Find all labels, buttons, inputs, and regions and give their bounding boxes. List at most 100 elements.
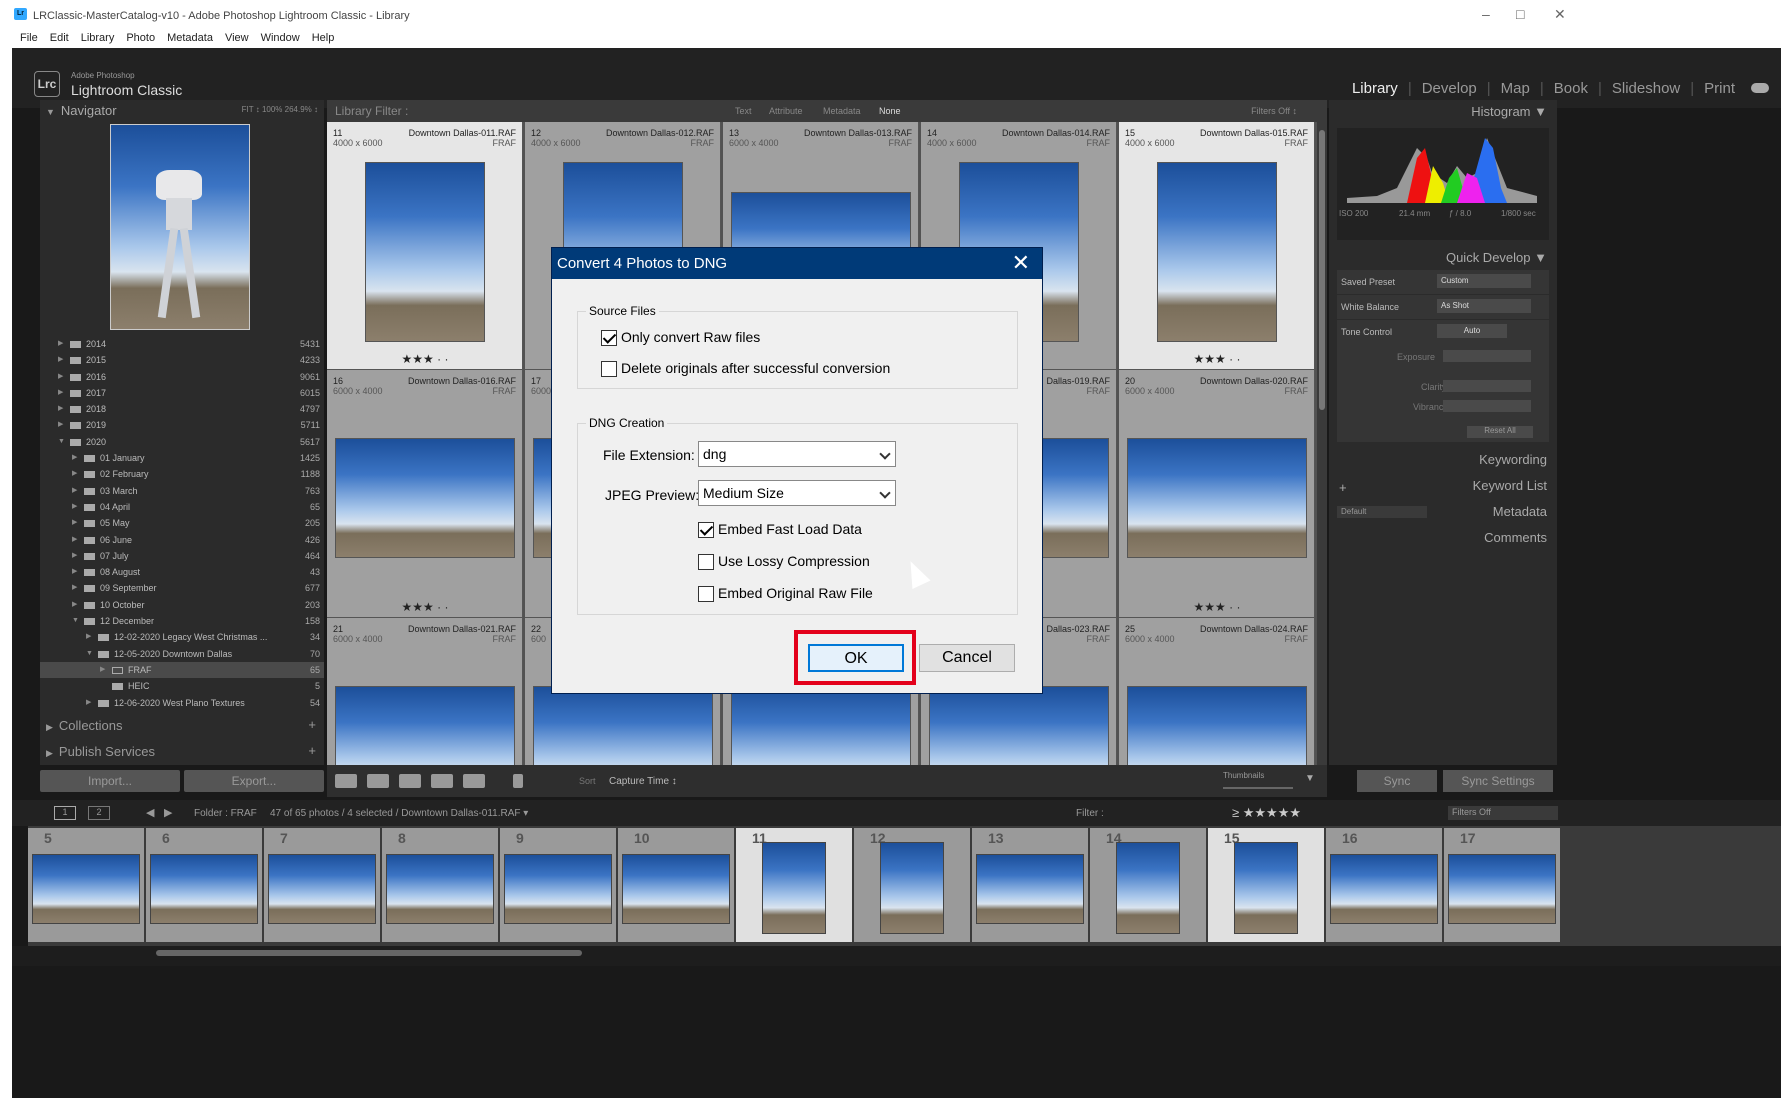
sync-settings-button[interactable]: Sync Settings [1443,770,1553,792]
filter-tab-none[interactable]: None [879,106,901,116]
folder-disclosure-icon[interactable]: ▶ [58,369,63,385]
filmstrip-frame[interactable]: 11 [736,828,852,942]
filmstrip-frame[interactable]: 17 [1444,828,1560,942]
photo-thumbnail[interactable] [335,438,515,558]
folder-row[interactable]: ▶ 02 February 1188 [40,466,324,482]
photo-thumbnail[interactable] [1157,162,1277,342]
grid-cell[interactable]: 15 4000 x 6000 Downtown Dallas-015.RAF FRAF… [1119,122,1315,370]
forward-arrow-icon[interactable]: ▶ [164,806,172,819]
filmstrip-thumbnail[interactable] [880,842,944,934]
grid-cell[interactable]: 21 6000 x 4000 Downtown Dallas-021.RAF FRAF [327,618,523,765]
compare-view-icon[interactable] [399,774,421,788]
folder-disclosure-icon[interactable]: ▶ [58,385,63,401]
folder-disclosure-icon[interactable]: ▶ [72,515,77,531]
keywording-header[interactable]: Keywording [1479,452,1547,467]
saved-preset-dropdown[interactable]: Custom [1437,274,1531,288]
grid-cell[interactable]: 20 6000 x 4000 Downtown Dallas-020.RAF FRAF… [1119,370,1315,618]
clarity-buttons[interactable] [1443,380,1531,392]
folder-disclosure-icon[interactable]: ▶ [100,662,105,678]
collections-panel-header[interactable]: ▶ Collections + [40,715,324,737]
close-window-button[interactable]: ✕ [1554,6,1566,23]
page-2-button[interactable]: 2 [88,806,110,820]
folder-row[interactable]: ▶ 01 January 1425 [40,450,324,466]
navigator-zoom[interactable]: FIT ↕ 100% 264.9% ↕ [242,105,318,114]
folder-row[interactable]: ▶ 07 July 464 [40,548,324,564]
folder-row[interactable]: ▶ 12-02-2020 Legacy West Christmas ... 34 [40,629,324,645]
filmstrip-frame[interactable]: 5 [28,828,144,942]
metadata-preset-dropdown[interactable]: Default [1337,506,1427,518]
photo-thumbnail[interactable] [1127,438,1307,558]
folder-disclosure-icon[interactable]: ▶ [72,580,77,596]
filter-tab-metadata[interactable]: Metadata [823,106,861,116]
star-rating[interactable]: ★★★ · · [1119,600,1315,614]
folder-disclosure-icon[interactable]: ▶ [72,548,77,564]
menu-help[interactable]: Help [306,26,341,44]
folder-row[interactable]: ▶ 03 March 763 [40,483,324,499]
folder-row[interactable]: ▶ 2017 6015 [40,385,324,401]
filmstrip-filters-dropdown[interactable]: Filters Off [1448,806,1558,820]
exposure-buttons[interactable] [1443,350,1531,362]
vibrance-buttons[interactable] [1443,400,1531,412]
photo-thumbnail[interactable] [929,686,1109,765]
grid-cell[interactable]: 25 6000 x 4000 Downtown Dallas-024.RAF FRAF [1119,618,1315,765]
grid-scroll-thumb[interactable] [1319,130,1325,410]
folder-row[interactable]: ▶ 05 May 205 [40,515,324,531]
grid-scrollbar[interactable] [1317,100,1327,765]
folder-row[interactable]: ▶ 04 April 65 [40,499,324,515]
menu-library[interactable]: Library [75,26,121,44]
auto-tone-button[interactable]: Auto [1437,324,1507,338]
star-rating[interactable]: ★★★ · · [327,600,523,614]
painter-icon[interactable] [513,774,523,788]
filter-tab-attribute[interactable]: Attribute [769,106,803,116]
filmstrip-frame[interactable]: 14 [1090,828,1206,942]
add-publish-icon[interactable]: + [308,743,316,758]
menu-file[interactable]: File [0,26,44,44]
folder-row[interactable]: ▶ 10 October 203 [40,597,324,613]
people-view-icon[interactable] [463,774,485,788]
grid-cell[interactable]: 16 6000 x 4000 Downtown Dallas-016.RAF FRAF… [327,370,523,618]
folder-disclosure-icon[interactable]: ▼ [86,646,93,662]
folder-disclosure-icon[interactable]: ▶ [72,532,77,548]
sort-dropdown[interactable]: Capture Time ↕ [609,776,677,787]
folder-disclosure-icon[interactable]: ▶ [72,466,77,482]
histogram[interactable]: ISO 200 21.4 mm ƒ / 8.0 1/800 sec [1337,128,1549,240]
cancel-button[interactable]: Cancel [919,644,1015,672]
filmstrip-scroll-thumb[interactable] [156,950,582,956]
reset-all-button[interactable]: Reset All [1467,426,1533,438]
folder-row[interactable]: ▶ 2014 5431 [40,336,324,352]
filmstrip-thumbnail[interactable] [622,854,730,924]
thumbnail-size-slider[interactable] [1223,787,1293,789]
photo-thumbnail[interactable] [731,686,911,765]
star-filter-icon[interactable]: ≥ ★★★★★ [1232,805,1301,821]
photo-thumbnail[interactable] [533,686,713,765]
module-book[interactable]: Book [1554,80,1588,97]
histogram-header[interactable]: Histogram ▼ [1471,104,1547,119]
filmstrip-frame[interactable]: 6 [146,828,262,942]
add-collection-icon[interactable]: + [308,717,316,732]
folder-disclosure-icon[interactable]: ▼ [72,613,79,629]
folder-row[interactable]: ▶ 2015 4233 [40,352,324,368]
module-map[interactable]: Map [1501,80,1530,97]
filmstrip-thumbnail[interactable] [762,842,826,934]
folder-row[interactable]: ▶ 09 September 677 [40,580,324,596]
filmstrip-scrollbar[interactable] [12,946,1781,966]
folder-row[interactable]: ▶ 2016 9061 [40,369,324,385]
menu-view[interactable]: View [219,26,255,44]
menu-metadata[interactable]: Metadata [161,26,219,44]
filmstrip-thumbnail[interactable] [1116,842,1180,934]
export-button[interactable]: Export... [184,770,324,792]
folder-disclosure-icon[interactable]: ▶ [58,336,63,352]
folder-row[interactable]: ▶ FRAF 65 [40,661,324,679]
filmstrip-frame[interactable]: 8 [382,828,498,942]
folder-disclosure-icon[interactable]: ▼ [58,434,65,450]
jpeg-preview-select[interactable]: Medium Size [698,480,896,506]
filmstrip-frame[interactable]: 10 [618,828,734,942]
folder-row[interactable]: ▶ 2019 5711 [40,417,324,433]
grid-cell[interactable]: 11 4000 x 6000 Downtown Dallas-011.RAF FRAF… [327,122,523,370]
toolbar-menu-chevron-icon[interactable]: ▼ [1305,773,1315,784]
folder-row[interactable]: ▶ 06 June 426 [40,532,324,548]
folder-disclosure-icon[interactable]: ▶ [86,629,91,645]
folder-disclosure-icon[interactable]: ▶ [72,450,77,466]
white-balance-dropdown[interactable]: As Shot [1437,299,1531,313]
module-slideshow[interactable]: Slideshow [1612,80,1680,97]
